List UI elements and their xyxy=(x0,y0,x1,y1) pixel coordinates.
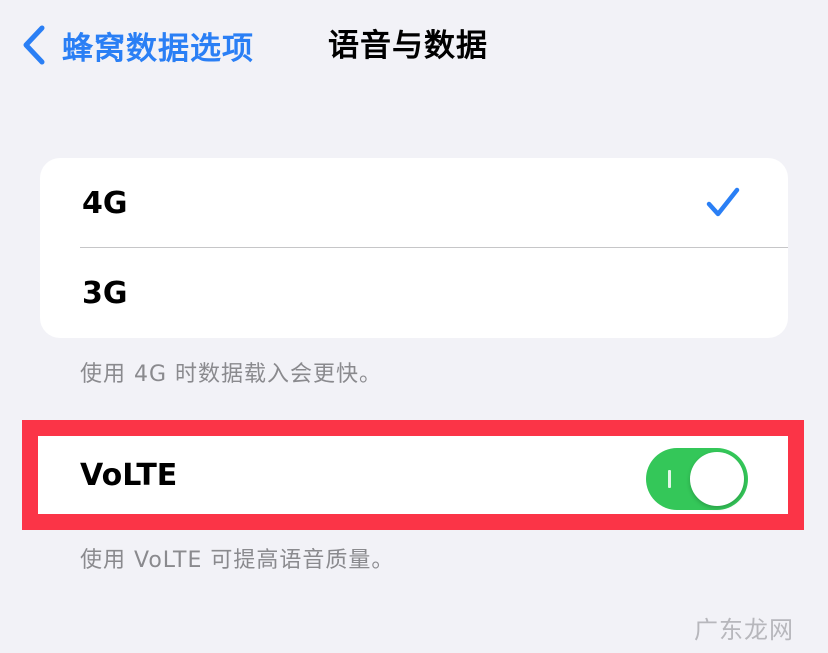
volte-highlight-box: VoLTE xyxy=(22,420,804,530)
toggle-on-indicator xyxy=(668,470,671,488)
navigation-bar: 蜂窝数据选项 语音与数据 xyxy=(0,0,828,90)
back-button-label: 蜂窝数据选项 xyxy=(62,30,254,67)
chevron-left-icon xyxy=(22,25,46,65)
watermark: 广东龙网 xyxy=(694,616,794,644)
option-3g-row[interactable]: 3G xyxy=(40,248,788,338)
option-4g-label: 4G xyxy=(82,185,128,221)
option-4g-row[interactable]: 4G xyxy=(40,158,788,248)
volte-footnote: 使用 VoLTE 可提高语音质量。 xyxy=(80,548,395,573)
checkmark-icon xyxy=(706,186,740,220)
network-options-group: 4G 3G xyxy=(40,158,788,338)
back-button[interactable]: 蜂窝数据选项 xyxy=(22,20,254,70)
volte-label: VoLTE xyxy=(80,457,178,493)
option-3g-label: 3G xyxy=(82,275,128,311)
volte-toggle[interactable] xyxy=(646,448,748,510)
page-title: 语音与数据 xyxy=(328,28,488,64)
volte-row: VoLTE xyxy=(38,436,788,514)
toggle-knob xyxy=(690,452,744,506)
network-footnote: 使用 4G 时数据载入会更快。 xyxy=(80,362,383,387)
screen: 蜂窝数据选项 语音与数据 4G 3G 使用 4G 时数据载入会更快。 VoLTE xyxy=(0,0,828,653)
